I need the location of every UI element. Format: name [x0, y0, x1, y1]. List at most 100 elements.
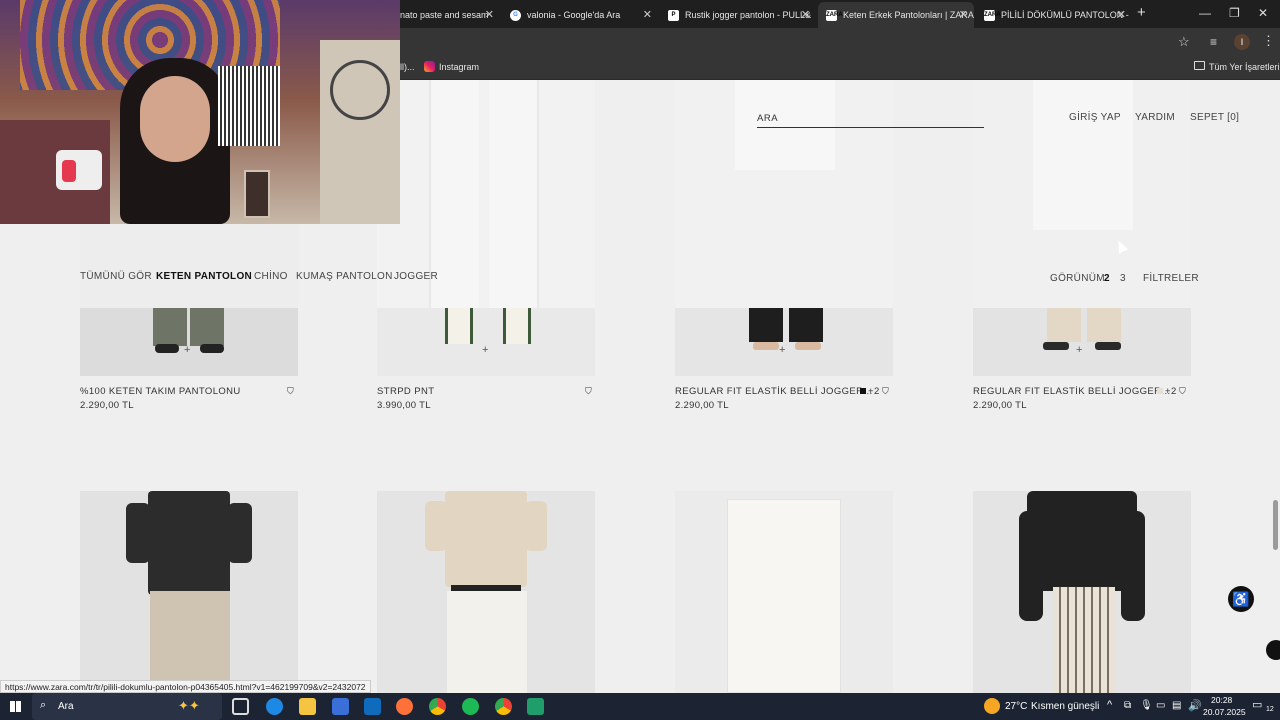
product-image[interactable] — [675, 491, 893, 693]
help-link[interactable]: YARDIM — [1135, 112, 1175, 123]
add-to-cart-icon[interactable]: + — [482, 344, 488, 356]
task-view-icon[interactable] — [232, 698, 249, 715]
color-swatch[interactable] — [860, 388, 866, 394]
category-fabric[interactable]: KUMAŞ PANTOLON — [296, 271, 393, 282]
bookmark-item[interactable]: ll)... — [400, 62, 415, 72]
tab-zara-pleated[interactable]: ZARA PİLİLİ DÖKÜMLÜ PANTOLON - ✕ — [976, 2, 1132, 28]
tab-google-search[interactable]: G valonia - Google'da Ara ✕ — [502, 2, 658, 28]
edge-icon[interactable] — [266, 698, 283, 715]
taskbar-search[interactable]: ⌕ Ara ✦✦ — [32, 693, 222, 720]
product-name[interactable]: REGULAR FIT ELASTİK BELLİ JOGGER... — [973, 386, 1171, 397]
product-name[interactable]: %100 KETEN TAKIM PANTOLONU — [80, 386, 241, 397]
view-option-3[interactable]: 3 — [1120, 273, 1126, 284]
scrollbar[interactable] — [1271, 80, 1280, 693]
side-panel-toggle-icon[interactable] — [1266, 640, 1280, 660]
instagram-icon — [424, 61, 435, 72]
cart-link[interactable]: SEPET [0] — [1190, 112, 1239, 123]
network-icon[interactable]: ▤ — [1172, 700, 1181, 711]
bookmark-icon[interactable]: ⛉ — [1179, 386, 1186, 397]
scrollbar-thumb[interactable] — [1273, 500, 1278, 550]
webcam-overlay — [0, 0, 400, 224]
tray-app-icon[interactable]: ⧉ — [1124, 700, 1131, 711]
windows-taskbar: ⌕ Ara ✦✦ 27°C Kısmen güneşli ^ ⧉ 🎙 ▭ ▤ 🔊… — [0, 693, 1280, 720]
product-image[interactable] — [973, 491, 1191, 693]
tab-title: valonia - Google'da Ara — [527, 10, 621, 20]
category-linen[interactable]: KETEN PANTOLON — [156, 271, 252, 282]
chrome-icon[interactable] — [429, 698, 446, 715]
store-icon[interactable] — [332, 698, 349, 715]
view-option-2[interactable]: 2 — [1104, 273, 1110, 284]
bookmark-star-icon[interactable]: ☆ — [1178, 34, 1190, 50]
bookmark-icon[interactable]: ⛉ — [287, 386, 294, 397]
microphone-icon[interactable]: 🎙 — [1140, 700, 1153, 711]
tab-pull-and-bear[interactable]: P Rustik jogger pantolon - PULL& ✕ — [660, 2, 816, 28]
spotify-icon[interactable] — [462, 698, 479, 715]
add-to-cart-icon[interactable]: + — [779, 344, 785, 356]
zara-icon: ZARA — [984, 9, 1001, 21]
pull-and-bear-icon: P — [668, 9, 679, 21]
product-image[interactable] — [80, 308, 298, 376]
product-image[interactable] — [377, 491, 595, 693]
notification-count: 12 — [1266, 706, 1274, 713]
firefox-icon[interactable] — [396, 698, 413, 715]
product-price: 2.290,00 TL — [80, 400, 134, 411]
new-tab-icon[interactable]: + — [1137, 4, 1146, 21]
tray-chevron-icon[interactable]: ^ — [1107, 699, 1112, 711]
weather-text[interactable]: Kısmen güneşli — [1031, 701, 1099, 712]
close-tab-icon[interactable]: ✕ — [959, 8, 968, 21]
restore-icon[interactable]: ❐ — [1229, 6, 1240, 20]
product-name[interactable]: STRPD PNT — [377, 386, 434, 397]
color-swatch[interactable] — [1157, 388, 1163, 394]
google-icon: G — [510, 9, 521, 21]
accessibility-icon[interactable]: ♿ — [1228, 586, 1254, 612]
notification-icon[interactable]: ▭ — [1252, 698, 1262, 711]
window-close-icon[interactable]: ✕ — [1258, 6, 1268, 20]
all-bookmarks[interactable]: Tüm Yer İşaretleri — [1209, 62, 1280, 72]
close-tab-icon[interactable]: ✕ — [643, 8, 652, 21]
browser-menu-icon[interactable]: ⋮ — [1262, 33, 1275, 49]
login-link[interactable]: GİRİŞ YAP — [1069, 112, 1121, 123]
outlook-icon[interactable] — [364, 698, 381, 715]
volume-icon[interactable]: 🔊 — [1188, 699, 1202, 712]
product-image[interactable] — [973, 308, 1191, 376]
fan-image — [330, 60, 390, 120]
tab-title: nato paste and sesam — [400, 10, 489, 20]
app-icon[interactable] — [527, 698, 544, 715]
more-colors[interactable]: +2 — [1165, 386, 1177, 397]
bookmark-icon[interactable]: ⛉ — [585, 386, 592, 397]
chrome-profile-icon[interactable] — [495, 698, 512, 715]
add-to-cart-icon[interactable]: + — [184, 344, 190, 356]
clock-time[interactable]: 20:28 — [1211, 695, 1232, 705]
display-icon[interactable]: ▭ — [1156, 700, 1165, 711]
weather-temp[interactable]: 27°C — [1005, 701, 1027, 712]
tab-nato-paste[interactable]: nato paste and sesam ✕ — [392, 2, 500, 28]
category-all[interactable]: TÜMÜNÜ GÖR — [80, 271, 152, 282]
bookmark-icon[interactable]: ⛉ — [882, 386, 889, 397]
weather-icon[interactable] — [984, 698, 1000, 714]
minimize-icon[interactable]: — — [1199, 6, 1211, 20]
close-tab-icon[interactable]: ✕ — [801, 8, 810, 21]
close-tab-icon[interactable]: ✕ — [485, 8, 494, 21]
product-image[interactable] — [80, 491, 298, 693]
filters-button[interactable]: FİLTRELER — [1143, 273, 1199, 284]
category-jogger[interactable]: JOGGER — [394, 271, 438, 282]
product-name[interactable]: REGULAR FIT ELASTİK BELLİ JOGGER... — [675, 386, 873, 397]
media-control-icon[interactable]: ≡ — [1210, 35, 1217, 49]
category-chino[interactable]: CHİNO — [254, 271, 288, 282]
add-to-cart-icon[interactable]: + — [1076, 344, 1082, 356]
tab-zara-linen[interactable]: ZARA Keten Erkek Pantolonları | ZARA ✕ — [818, 2, 974, 28]
more-colors[interactable]: +2 — [868, 386, 880, 397]
product-image[interactable] — [675, 308, 893, 376]
search-bar[interactable]: ARA — [757, 108, 984, 128]
file-explorer-icon[interactable] — [299, 698, 316, 715]
product-price: 2.290,00 TL — [675, 400, 729, 411]
product-image[interactable] — [377, 308, 595, 376]
view-label: GÖRÜNÜM — [1050, 273, 1105, 284]
bookmark-instagram[interactable]: Instagram — [439, 62, 479, 72]
close-tab-icon[interactable]: ✕ — [1117, 8, 1126, 21]
windows-start-icon[interactable] — [10, 701, 21, 712]
profile-avatar[interactable]: I — [1234, 34, 1250, 50]
search-input[interactable]: ARA — [757, 113, 778, 124]
search-icon: ⌕ — [40, 699, 47, 711]
clock-date[interactable]: 20.07.2025 — [1203, 707, 1246, 717]
